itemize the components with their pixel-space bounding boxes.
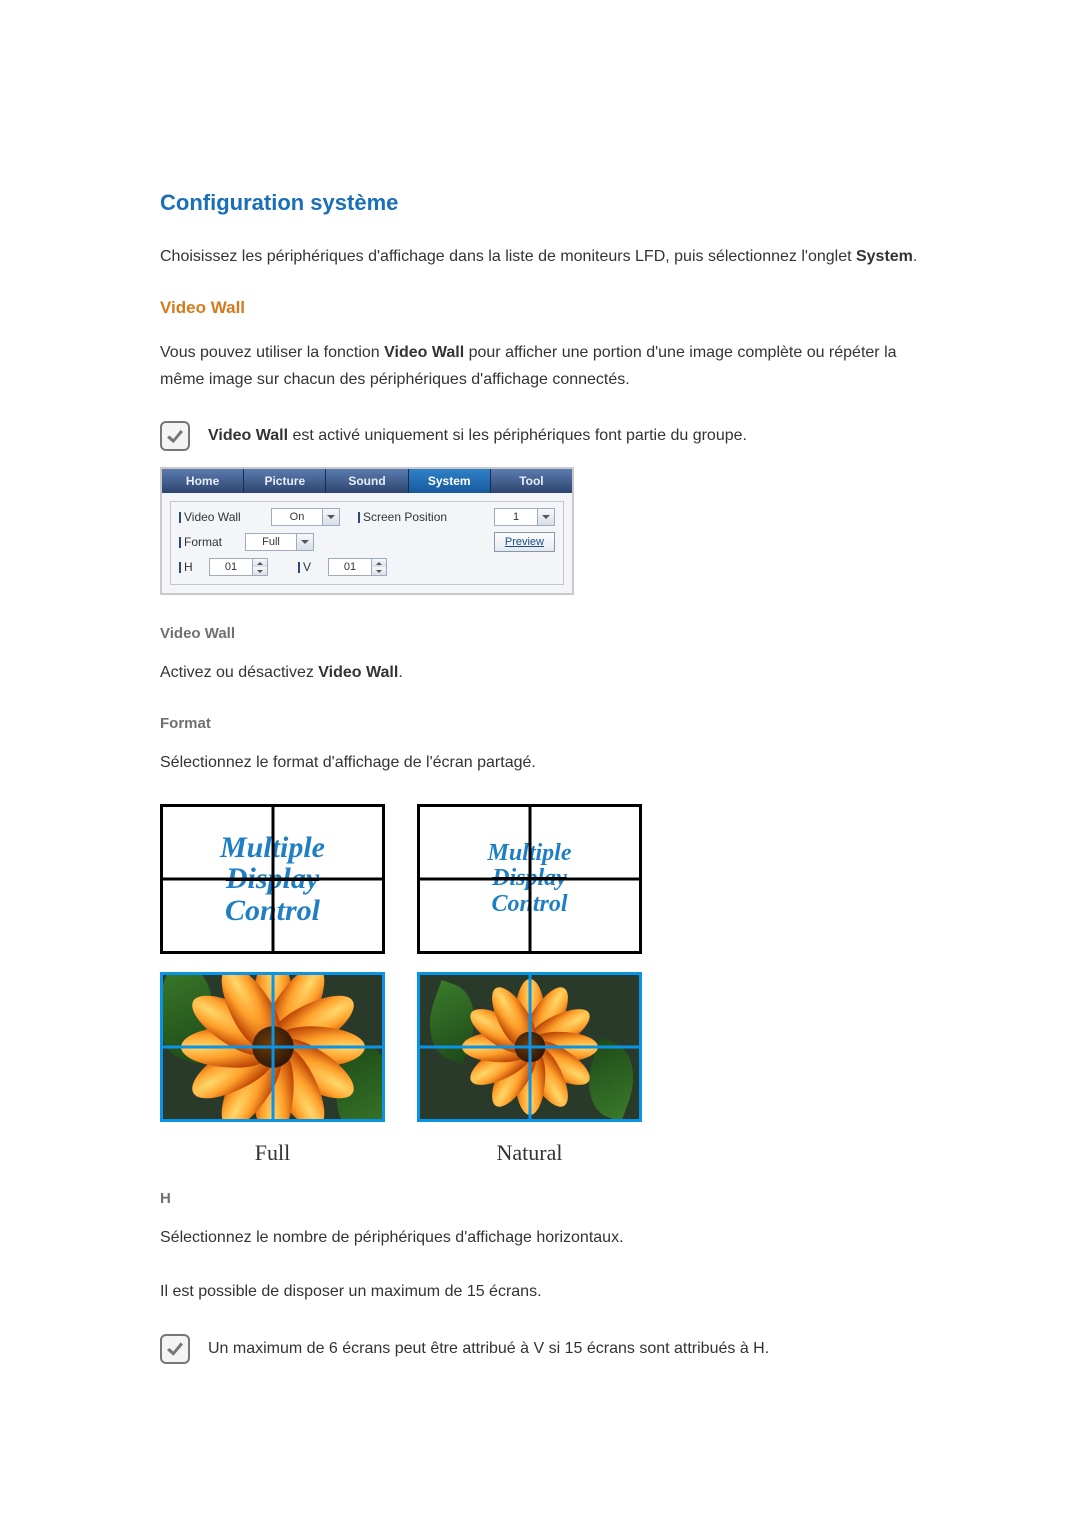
intro-text-bold: System [856, 248, 913, 265]
select-format-value: Full [246, 536, 296, 548]
sub-videowall-pre: Activez ou désactivez [160, 664, 318, 681]
format-natural-image-tile [417, 972, 642, 1122]
chevron-up-icon [372, 559, 386, 567]
select-videowall-value: On [272, 511, 322, 523]
note-icon [160, 421, 190, 451]
tab-sound[interactable]: Sound [326, 469, 408, 493]
spinner-h[interactable]: 01 [209, 558, 268, 576]
sub-format-desc: Sélectionnez le format d'affichage de l'… [160, 750, 920, 776]
videowall-desc-pre: Vous pouvez utiliser la fonction [160, 344, 384, 361]
select-format[interactable]: Full [245, 533, 314, 551]
sub-h-desc: Sélectionnez le nombre de périphériques … [160, 1225, 920, 1251]
note1-bold: Video Wall [208, 427, 288, 444]
chevron-down-icon [372, 567, 386, 575]
section-intro: Choisissez les périphériques d'affichage… [160, 244, 920, 270]
label-screenposition: Screen Position [358, 510, 447, 524]
spinner-v[interactable]: 01 [328, 558, 387, 576]
format-natural-text-tile: Multiple Display Control [417, 804, 642, 954]
section-title: Configuration système [160, 190, 920, 216]
intro-text-post: . [913, 248, 917, 265]
note-text-2: Un maximum de 6 écrans peut être attribu… [208, 1334, 769, 1362]
intro-text-pre: Choisissez les périphériques d'affichage… [160, 248, 856, 265]
panel-tabs: Home Picture Sound System Tool [162, 469, 572, 493]
sub-videowall-bold: Video Wall [318, 664, 398, 681]
panel-row-1: Video Wall On Screen Position 1 [179, 508, 555, 526]
tab-home[interactable]: Home [162, 469, 244, 493]
chevron-up-icon [253, 559, 267, 567]
label-h: H [179, 560, 203, 574]
chevron-down-icon [322, 509, 339, 525]
chevron-down-icon [296, 534, 313, 550]
videowall-desc-bold: Video Wall [384, 344, 464, 361]
videowall-heading: Video Wall [160, 298, 920, 318]
panel-row-2: Format Full Preview [179, 532, 555, 552]
chevron-down-icon [537, 509, 554, 525]
format-illustration: Multiple Display Control Multiple Displa… [160, 804, 920, 1166]
label-v: V [298, 560, 322, 574]
note-text-1: Video Wall est activé uniquement si les … [208, 421, 747, 449]
format-label-full: Full [160, 1140, 385, 1166]
spinner-v-value: 01 [329, 559, 371, 575]
panel-inner: Video Wall On Screen Position 1 Format [170, 501, 564, 585]
tab-tool[interactable]: Tool [491, 469, 572, 493]
format-label-natural: Natural [417, 1140, 642, 1166]
panel-row-3: H 01 V 01 [179, 558, 555, 576]
format-full-text-tile: Multiple Display Control [160, 804, 385, 954]
format-full-image-tile [160, 972, 385, 1122]
system-panel: Home Picture Sound System Tool Video Wal… [160, 467, 574, 595]
sub-h-limit: Il est possible de disposer un maximum d… [160, 1279, 920, 1305]
note-block-1: Video Wall est activé uniquement si les … [160, 421, 920, 451]
label-videowall: Video Wall [179, 510, 265, 524]
select-screenposition[interactable]: 1 [494, 508, 555, 526]
preview-button[interactable]: Preview [494, 532, 555, 552]
tab-picture[interactable]: Picture [244, 469, 326, 493]
spinner-h-value: 01 [210, 559, 252, 575]
chevron-down-icon [253, 567, 267, 575]
sub-format-title: Format [160, 715, 920, 732]
sub-videowall-title: Video Wall [160, 625, 920, 642]
note-icon [160, 1334, 190, 1364]
videowall-desc: Vous pouvez utiliser la fonction Video W… [160, 340, 920, 393]
label-format: Format [179, 535, 239, 549]
note1-post: est activé uniquement si les périphériqu… [288, 427, 747, 444]
tab-system[interactable]: System [409, 469, 491, 493]
sub-videowall-desc: Activez ou désactivez Video Wall. [160, 660, 920, 686]
select-videowall[interactable]: On [271, 508, 340, 526]
note-block-2: Un maximum de 6 écrans peut être attribu… [160, 1334, 920, 1364]
sub-h-title: H [160, 1190, 920, 1207]
select-screenposition-value: 1 [495, 511, 537, 523]
document-page: Configuration système Choisissez les pér… [0, 0, 1080, 1527]
sub-videowall-post: . [398, 664, 402, 681]
